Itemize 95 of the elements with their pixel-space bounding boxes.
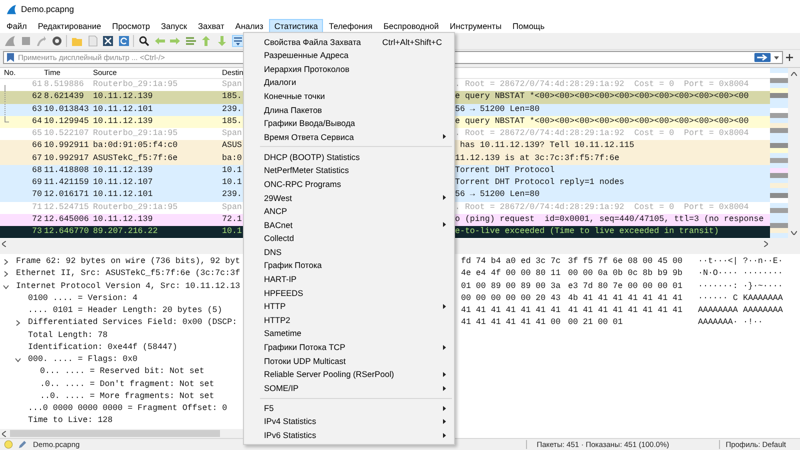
table-cell-text: 63 [32, 104, 43, 116]
table-cell: 10.1 [222, 166, 242, 175]
table-cell-text: 65 [32, 128, 43, 140]
menu-entry-label: Reliable Server Pooling (RSerPool) [264, 368, 394, 381]
table-cell: 10.11.12.139 [93, 214, 153, 224]
table-cell: ba:0d:91:05:f4:c0 [93, 141, 178, 150]
table-cell: 10.013843 [44, 104, 89, 114]
table-cell: 239. [222, 104, 242, 114]
menu-entry-label: IPv6 Statistics [264, 428, 316, 442]
menu-entry-label: HTTP2 [264, 314, 290, 326]
menu-entry-label: IPv4 Statistics [264, 415, 316, 428]
table-cell: Routerbo_29:1a:95 [93, 129, 178, 138]
table-cell: 10.992917 [44, 154, 89, 162]
shortcut-label: Ctrl+Alt+Shift+C [382, 36, 442, 48]
table-cell: . Root = 28672/0/74:4d:28:29:1a:92 Cost = 0 Port = 0x8004 [455, 129, 749, 138]
table-cell: 10.129945 [44, 116, 89, 126]
table-cell: 10.11.12.139 [93, 92, 153, 102]
menu-entry-label: NetPerfMeter Statistics [264, 164, 349, 177]
menu-entry-label: Sametime [264, 327, 302, 340]
menu-entry-label: 29West [264, 192, 292, 204]
table-cell: e-to-live exceeded (Time to live exceeded in transit) [455, 227, 719, 236]
table-cell: ba:0 [222, 154, 242, 162]
menu-entry-label: Потоки UDP Multicast [264, 354, 346, 368]
menu-entry-label: F5 [264, 402, 274, 414]
table-cell: 10.11.12.139 [93, 116, 153, 126]
table-cell-text: 68 [32, 164, 43, 177]
table-cell: 11.421159 [44, 178, 89, 187]
menu-entry-label: BACnet [264, 218, 293, 232]
table-cell: Span [222, 129, 242, 138]
menu-entry-label: DNS [264, 246, 282, 258]
menu-entry-label: Длина Пакетов [264, 104, 322, 116]
table-cell: o (ping) request id=0x0001, seq=440/47105, ttl=3 (no response [455, 214, 764, 224]
table-cell: 10.11.12.101 [93, 190, 153, 200]
table-cell-text: 67 [32, 152, 43, 164]
menu-entry-label: Иерархия Протоколов [264, 62, 350, 76]
menu-entry-label: Графики Потока TCP [264, 341, 346, 354]
table-cell: 185. [222, 92, 242, 102]
menu-entry-label: Свойства Файла Захвата [264, 36, 361, 48]
table-cell: 56 → 51200 Len=80 [455, 104, 540, 114]
table-cell: Torrent DHT Protocol reply=1 nodes [455, 178, 624, 187]
table-cell: Routerbo_29:1a:95 [93, 202, 178, 212]
table-cell: 185. [222, 116, 242, 126]
table-cell-text: 72 [32, 214, 43, 226]
menu-entry-label: Диалоги [264, 76, 296, 89]
table-cell: 10.992911 [44, 141, 89, 150]
table-cell: 12.646770 [44, 227, 89, 236]
menu-entry-label: Конечные точки [264, 90, 325, 102]
menu-entry-label: График Потока [264, 259, 322, 272]
table-cell-text: 70 [32, 189, 43, 202]
menu-entry-label: Collectd [264, 232, 294, 245]
table-cell: e query NBSTAT *<00><00><00><00><00><00><00><00><00><00><00 [455, 116, 749, 126]
table-cell: ASUS [222, 141, 242, 150]
menu-entry-label: ANCP [264, 205, 288, 218]
table-cell: . Root = 28672/0/74:4d:28:29:1a:92 Cost = 0 Port = 0x8004 [455, 80, 749, 89]
table-cell: 10.11.12.139 [93, 166, 153, 175]
menu-entry-label: Графики Ввода/Вывода [264, 117, 356, 130]
table-cell: 89.207.216.22 [93, 227, 158, 236]
table-cell: . Root = 28672/0/74:4d:28:29:1a:92 Cost = 0 Port = 0x8004 [455, 202, 749, 212]
menu-entry-label: ONC-RPC Programs [264, 178, 341, 190]
table-cell: ASUSTekC_f5:7f:6e [93, 154, 178, 162]
table-cell: 12.645006 [44, 214, 89, 224]
table-cell: 11.418808 [44, 166, 89, 175]
table-cell: e query NBSTAT *<00><00><00><00><00><00><00><00><00><00><00 [455, 92, 749, 102]
table-cell: 8.519886 [44, 80, 84, 89]
table-cell-text: 71 [32, 202, 43, 214]
table-cell: Span [222, 202, 242, 212]
table-cell: Routerbo_29:1a:95 [93, 80, 178, 89]
table-cell-text: 69 [32, 177, 43, 189]
table-cell: 10.11.12.101 [93, 104, 153, 114]
menu-entry-label: DHCP (BOOTP) Statistics [264, 150, 360, 164]
menu-entry-label: HART-IP [264, 273, 297, 286]
table-cell: Torrent DHT Protocol [455, 166, 555, 175]
menu-entry-label: SOME/IP [264, 382, 299, 394]
table-cell: 12.524715 [44, 202, 89, 212]
menu-entry-label: HTTP [264, 300, 286, 313]
table-cell: 10.1 [222, 178, 242, 187]
window-title: Demo.pcapng [21, 3, 74, 16]
table-cell: 56 → 51200 Len=80 [455, 190, 540, 200]
table-cell-text: 64 [32, 116, 43, 128]
table-cell: 10.522107 [44, 129, 89, 138]
table-cell: 11.12.139 is at 3c:7c:3f:f5:7f:6e [455, 154, 620, 162]
table-cell-text: 61 [32, 79, 43, 91]
table-cell-text: 73 [32, 226, 43, 238]
table-cell: 10.1 [222, 227, 242, 236]
table-cell: 239. [222, 190, 242, 200]
table-cell: Span [222, 80, 242, 89]
table-cell: 10.11.12.107 [93, 178, 153, 187]
table-cell: 72.1 [222, 214, 242, 224]
table-cell-text: 62 [32, 91, 43, 104]
table-cell: 12.016171 [44, 190, 89, 200]
table-cell: 8.621439 [44, 92, 84, 102]
menu-entry-label: Разрешенные Адреса [264, 49, 348, 62]
menu-entry-label: HPFEEDS [264, 286, 304, 300]
table-cell-text: 66 [32, 140, 43, 152]
table-cell-text: has 10.11.12.139? Tell 10.11.12.115 [458, 141, 634, 150]
